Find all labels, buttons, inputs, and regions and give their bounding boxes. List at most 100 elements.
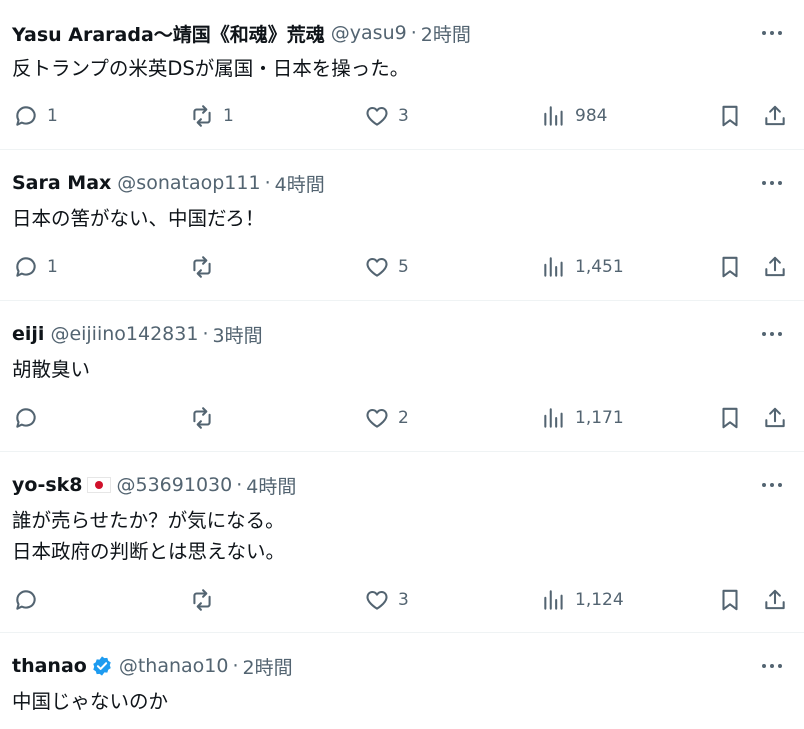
like-count: 3 [398, 106, 409, 126]
reply-count: 1 [47, 257, 58, 277]
tweet-text: 中国じゃないのか [12, 690, 169, 713]
retweet-icon [193, 256, 211, 278]
tweet-header: thanao @thanao10 · 2時間 [12, 652, 744, 680]
retweet-icon [193, 407, 211, 429]
tweet[interactable]: Sara Max @sonataop111 · 4時間 日本の筈がない、中国だろ… [0, 150, 804, 301]
share-icon [765, 589, 785, 610]
retweet-button[interactable] [189, 252, 223, 282]
timestamp[interactable]: 4時間 [246, 472, 296, 499]
tweet-text: 日本の筈がない、中国だろ！ [12, 207, 265, 230]
bookmark-button[interactable] [717, 585, 743, 615]
like-count: 5 [398, 257, 409, 277]
views-button[interactable]: 1,124 [541, 585, 624, 615]
timestamp[interactable]: 4時間 [275, 170, 325, 197]
views-icon [544, 408, 563, 428]
heart-icon [366, 257, 388, 277]
more-icon[interactable] [758, 471, 786, 499]
retweet-button[interactable] [189, 403, 223, 433]
share-icon [765, 105, 785, 126]
tweet-header: eiji @eijiino142831 · 3時間 [12, 320, 744, 348]
separator-dot: · [410, 22, 417, 44]
display-name[interactable]: yo-sk8 [12, 474, 83, 496]
bookmark-button[interactable] [717, 403, 743, 433]
reply-icon [16, 408, 36, 428]
share-button[interactable] [762, 252, 788, 282]
user-handle[interactable]: @yasu9 [331, 22, 407, 44]
more-icon[interactable] [758, 320, 786, 348]
reply-button[interactable] [13, 585, 47, 615]
reply-button[interactable]: 1 [13, 101, 58, 131]
timestamp[interactable]: 3時間 [213, 321, 263, 348]
share-icon [765, 256, 785, 277]
display-name[interactable]: thanao [12, 655, 87, 677]
views-count: 1,451 [575, 257, 624, 277]
tweet-text: 誰が売らせたか？が気になる。 日本政府の判断とは思えない。 [12, 509, 286, 563]
bookmark-button[interactable] [717, 101, 743, 131]
reply-icon [16, 257, 36, 277]
share-button[interactable] [762, 585, 788, 615]
tweet[interactable]: eiji @eijiino142831 · 3時間 胡散臭い 2 1,171 [0, 301, 804, 452]
retweet-icon [193, 105, 211, 127]
tweet[interactable]: thanao @thanao10 · 2時間 中国じゃないのか [0, 633, 804, 729]
user-handle[interactable]: @sonataop111 [117, 172, 260, 194]
action-bar: 2 1,171 [0, 403, 804, 433]
separator-dot: · [202, 323, 209, 345]
reply-feed: Yasu Ararada〜靖国《和魂》荒魂 @yasu9 · 2時間 反トランプ… [0, 0, 804, 729]
tweet-header: Sara Max @sonataop111 · 4時間 [12, 169, 744, 197]
display-name[interactable]: eiji [12, 323, 44, 345]
retweet-button[interactable] [189, 585, 223, 615]
more-icon[interactable] [758, 19, 786, 47]
display-name[interactable]: Yasu Ararada〜靖国《和魂》荒魂 [12, 20, 325, 47]
action-bar: 3 1,124 [0, 585, 804, 615]
more-icon[interactable] [758, 169, 786, 197]
japan-flag-icon [86, 477, 111, 493]
tweet[interactable]: Yasu Ararada〜靖国《和魂》荒魂 @yasu9 · 2時間 反トランプ… [0, 0, 804, 150]
like-button[interactable]: 3 [364, 101, 409, 131]
timestamp[interactable]: 2時間 [421, 20, 471, 47]
action-bar: 1 5 1,451 [0, 252, 804, 282]
bookmark-icon [722, 589, 738, 611]
user-handle[interactable]: @53691030 [117, 474, 233, 496]
bookmark-icon [722, 407, 738, 429]
user-handle[interactable]: @eijiino142831 [50, 323, 198, 345]
views-count: 984 [575, 106, 608, 126]
views-button[interactable]: 1,451 [541, 252, 624, 282]
timestamp[interactable]: 2時間 [243, 653, 293, 680]
views-button[interactable]: 984 [541, 101, 607, 131]
views-count: 1,124 [575, 590, 624, 610]
reply-count: 1 [47, 106, 58, 126]
heart-icon [366, 106, 388, 126]
like-button[interactable]: 2 [364, 403, 409, 433]
retweet-icon [193, 589, 211, 611]
views-button[interactable]: 1,171 [541, 403, 624, 433]
bookmark-button[interactable] [717, 252, 743, 282]
views-icon [544, 106, 563, 126]
reply-icon [16, 590, 36, 610]
more-icon[interactable] [758, 652, 786, 680]
display-name[interactable]: Sara Max [12, 172, 111, 194]
share-button[interactable] [762, 101, 788, 131]
reply-button[interactable] [13, 403, 47, 433]
like-count: 2 [398, 408, 409, 428]
user-handle[interactable]: @thanao10 [119, 655, 229, 677]
like-button[interactable]: 3 [364, 585, 409, 615]
reply-icon [16, 106, 36, 126]
tweet-header: Yasu Ararada〜靖国《和魂》荒魂 @yasu9 · 2時間 [12, 19, 744, 47]
share-button[interactable] [762, 403, 788, 433]
tweet[interactable]: yo-sk8 @53691030 · 4時間 誰が売らせたか？が気になる。 日本… [0, 452, 804, 633]
bookmark-icon [722, 105, 738, 127]
like-button[interactable]: 5 [364, 252, 409, 282]
share-icon [765, 407, 785, 428]
reply-button[interactable]: 1 [13, 252, 58, 282]
tweet-header: yo-sk8 @53691030 · 4時間 [12, 471, 744, 499]
separator-dot: · [232, 655, 239, 677]
retweet-button[interactable]: 1 [189, 101, 234, 131]
views-icon [544, 257, 563, 277]
like-count: 3 [398, 590, 409, 610]
action-bar: 1 1 3 984 [0, 101, 804, 131]
tweet-text: 胡散臭い [12, 358, 91, 381]
views-count: 1,171 [575, 408, 624, 428]
separator-dot: · [264, 172, 271, 194]
heart-icon [366, 408, 388, 428]
tweet-text: 反トランプの米英DSが属国・日本を操った。 [12, 57, 410, 80]
